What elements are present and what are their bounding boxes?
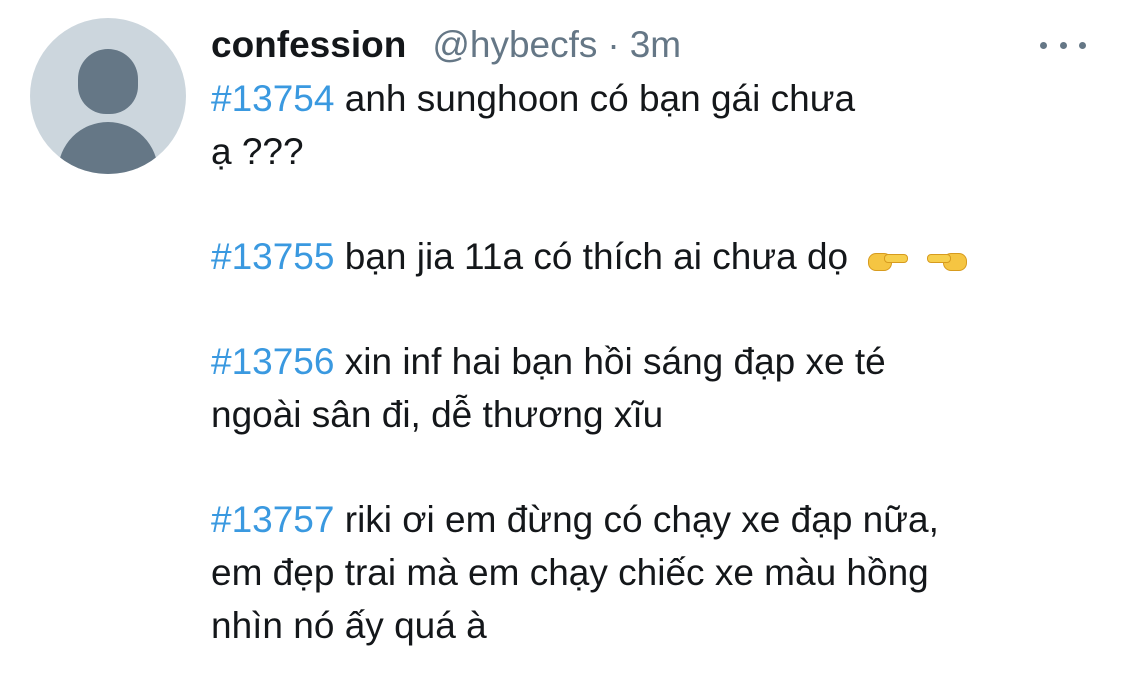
post-text: ngoài sân đi, dễ thương xĩu — [211, 394, 664, 435]
separator-dot: · — [607, 24, 620, 65]
pointing-left-icon — [926, 247, 969, 272]
user-handle[interactable]: @hybecfs — [432, 22, 597, 68]
post-text: em đẹp trai mà em chạy chiếc xe màu hồng — [211, 552, 929, 593]
post-text: bạn jia 11a có thích ai chưa dọ — [344, 236, 849, 277]
post-text: riki ơi em đừng có chạy xe đạp nữa, — [344, 499, 939, 540]
more-horizontal-icon — [1059, 41, 1067, 49]
avatar-head-shape — [78, 49, 138, 114]
hand-finger-shape — [884, 254, 909, 264]
more-horizontal-icon — [1079, 41, 1086, 49]
default-avatar-icon[interactable] — [30, 18, 186, 174]
pointing-right-icon — [866, 247, 909, 272]
more-horizontal-icon — [1040, 41, 1047, 49]
hand-finger-shape — [926, 254, 951, 264]
tweet-header: confession @hybecfs · 3m — [211, 22, 681, 68]
confession-post: #13757 riki ơi em đừng có chạy xe đạp nữ… — [211, 493, 1091, 652]
tweet-text: #13754 anh sunghoon có bạn gái chưa ạ ??… — [211, 72, 1091, 652]
timestamp[interactable]: 3m — [630, 22, 681, 68]
hashtag-link[interactable]: #13756 — [211, 341, 334, 382]
confession-post: #13754 anh sunghoon có bạn gái chưa ạ ??… — [211, 72, 1091, 178]
post-text: ạ ??? — [211, 131, 304, 172]
hashtag-link[interactable]: #13754 — [211, 78, 334, 119]
hashtag-link[interactable]: #13757 — [211, 499, 334, 540]
post-text: xin inf hai bạn hồi sáng đạp xe té — [344, 341, 886, 382]
more-options-button[interactable] — [1040, 30, 1086, 60]
post-text: nhìn nó ấy quá à — [211, 605, 487, 646]
display-name[interactable]: confession — [211, 22, 406, 68]
confession-post: #13755 bạn jia 11a có thích ai chưa dọ — [211, 230, 1091, 283]
hashtag-link[interactable]: #13755 — [211, 236, 334, 277]
post-text: anh sunghoon có bạn gái chưa — [344, 78, 856, 119]
avatar-body-shape — [58, 122, 158, 174]
confession-post: #13756 xin inf hai bạn hồi sáng đạp xe t… — [211, 335, 1091, 441]
tweet[interactable]: confession @hybecfs · 3m #13754 anh sung… — [0, 0, 1125, 682]
